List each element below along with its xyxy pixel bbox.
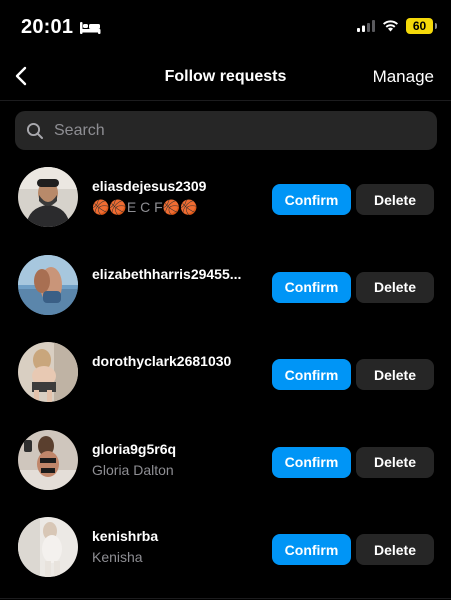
search-bar[interactable] <box>15 111 437 150</box>
display-name: Kenisha <box>92 549 143 565</box>
search-input[interactable] <box>54 118 437 143</box>
signal-icon <box>357 20 375 32</box>
status-time: 20:01 <box>21 16 74 38</box>
display-name: Gloria Dalton <box>92 461 174 478</box>
follow-request-row: eliasdejesus2309 🏀🏀E C F🏀🏀 Confirm Delet… <box>0 162 451 250</box>
divider <box>0 598 451 599</box>
wifi-icon <box>382 20 399 32</box>
user-info: kenishrba Kenisha <box>92 528 268 565</box>
delete-button[interactable]: Delete <box>356 446 434 478</box>
avatar[interactable] <box>18 254 78 315</box>
nav-header: Follow requests Manage <box>0 52 451 101</box>
battery-icon: 60 <box>406 18 437 34</box>
confirm-button[interactable]: Confirm <box>272 184 351 215</box>
confirm-button[interactable]: Confirm <box>272 359 351 390</box>
confirm-button[interactable]: Confirm <box>272 534 351 565</box>
delete-button[interactable]: Delete <box>356 534 434 565</box>
follow-request-row: dorothyclark2681030 Confirm Delete <box>0 337 451 425</box>
avatar[interactable] <box>18 517 78 577</box>
bed-icon <box>79 21 101 35</box>
username[interactable]: elizabethharris29455... <box>92 266 268 282</box>
delete-button[interactable]: Delete <box>356 271 434 303</box>
confirm-button[interactable]: Confirm <box>272 446 351 478</box>
username[interactable]: dorothyclark2681030 <box>92 353 268 369</box>
user-info: eliasdejesus2309 🏀🏀E C F🏀🏀 <box>92 178 268 216</box>
follow-request-list: eliasdejesus2309 🏀🏀E C F🏀🏀 Confirm Delet… <box>0 162 451 600</box>
username[interactable]: gloria9g5r6q <box>92 441 268 457</box>
display-name: 🏀🏀E C F🏀🏀 <box>92 199 198 215</box>
status-bar: 20:01 60 <box>0 0 451 52</box>
confirm-button[interactable]: Confirm <box>272 271 351 303</box>
follow-request-row: elizabethharris29455... Confirm Delete <box>0 250 451 338</box>
delete-button[interactable]: Delete <box>356 184 434 215</box>
status-time-group: 20:01 <box>21 16 101 39</box>
username[interactable]: kenishrba <box>92 528 268 544</box>
avatar[interactable] <box>18 429 78 490</box>
manage-button[interactable]: Manage <box>373 67 434 87</box>
status-indicators: 60 <box>357 18 437 34</box>
user-info: gloria9g5r6q Gloria Dalton <box>92 441 268 478</box>
avatar[interactable] <box>18 167 78 227</box>
avatar[interactable] <box>18 342 78 402</box>
user-info: elizabethharris29455... <box>92 266 268 287</box>
search-icon <box>26 122 44 140</box>
delete-button[interactable]: Delete <box>356 359 434 390</box>
follow-request-row: gloria9g5r6q Gloria Dalton Confirm Delet… <box>0 425 451 513</box>
username[interactable]: eliasdejesus2309 <box>92 178 268 194</box>
user-info: dorothyclark2681030 <box>92 353 268 374</box>
follow-request-row: kenishrba Kenisha Confirm Delete <box>0 512 451 600</box>
